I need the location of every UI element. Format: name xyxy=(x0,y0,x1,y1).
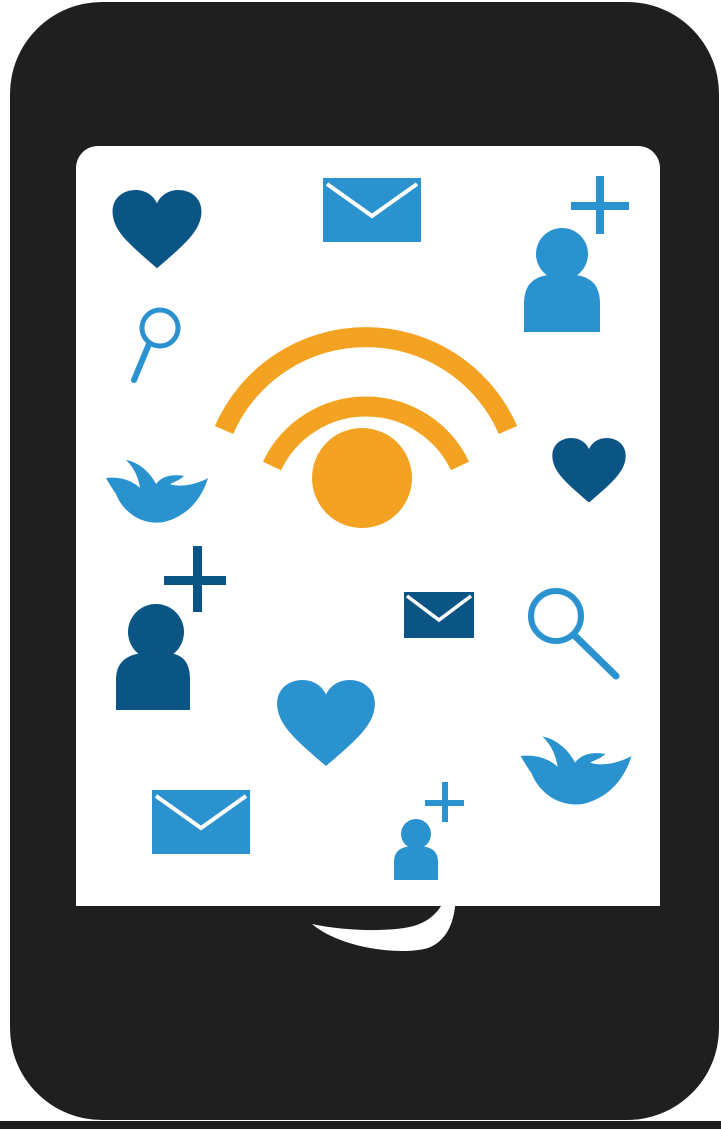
heart-icon xyxy=(276,680,376,768)
envelope-icon xyxy=(152,790,250,854)
bird-icon xyxy=(516,730,634,806)
heart-icon xyxy=(112,190,202,270)
envelope-icon xyxy=(404,592,474,638)
home-button[interactable] xyxy=(300,862,470,968)
bottom-bar xyxy=(0,1121,721,1129)
phone-screen xyxy=(76,146,660,906)
add-user-icon xyxy=(116,546,226,712)
search-icon xyxy=(128,306,182,384)
heart-icon xyxy=(548,438,630,504)
search-icon xyxy=(526,586,622,682)
add-user-icon xyxy=(524,176,634,334)
bird-icon xyxy=(104,454,208,524)
envelope-icon xyxy=(323,178,421,242)
wifi-signal-icon xyxy=(214,327,518,530)
